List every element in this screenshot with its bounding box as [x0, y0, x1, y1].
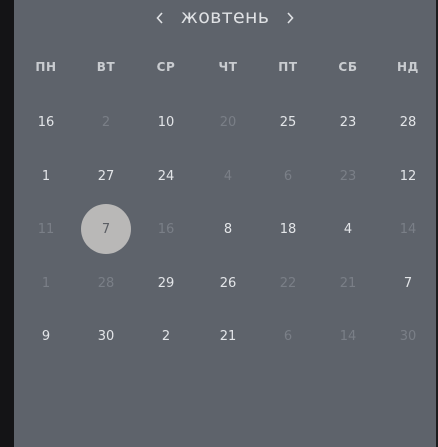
day-cell[interactable]: 9	[21, 311, 71, 361]
day-cell[interactable]: 1	[21, 258, 71, 308]
day-cell[interactable]: 4	[323, 204, 373, 254]
day-cell[interactable]: 16	[21, 97, 71, 147]
day-cell[interactable]: 4	[203, 151, 253, 201]
selected-day-cell[interactable]: 7	[81, 204, 131, 254]
window-edge	[0, 0, 14, 447]
day-cell[interactable]: 26	[203, 258, 253, 308]
day-cell[interactable]: 11	[21, 204, 71, 254]
day-cell[interactable]: 20	[203, 97, 253, 147]
day-grid: 16 2 10 20 25 23 28 1 27 24 4 6 23 12 11 7 16 8 18 4 14 1 28 29…	[14, 0, 436, 447]
day-cell[interactable]: 23	[323, 97, 373, 147]
day-cell[interactable]: 10	[141, 97, 191, 147]
day-cell[interactable]: 22	[263, 258, 313, 308]
day-cell[interactable]: 2	[141, 311, 191, 361]
calendar-panel: жовтень ПН ВТ СР ЧТ ПТ СБ НД 16 2 10 20 25 23 28 1 27 2…	[14, 0, 436, 447]
day-cell[interactable]: 6	[263, 311, 313, 361]
day-cell[interactable]: 28	[81, 258, 131, 308]
day-cell[interactable]: 16	[141, 204, 191, 254]
day-cell[interactable]: 30	[383, 311, 433, 361]
day-cell[interactable]: 24	[141, 151, 191, 201]
day-cell[interactable]: 2	[81, 97, 131, 147]
day-cell[interactable]: 12	[383, 151, 433, 201]
day-cell[interactable]: 25	[263, 97, 313, 147]
day-cell[interactable]: 6	[263, 151, 313, 201]
day-cell[interactable]: 8	[203, 204, 253, 254]
day-cell[interactable]: 30	[81, 311, 131, 361]
day-cell[interactable]: 18	[263, 204, 313, 254]
day-cell[interactable]: 14	[323, 311, 373, 361]
day-cell[interactable]: 27	[81, 151, 131, 201]
day-cell[interactable]: 1	[21, 151, 71, 201]
day-cell[interactable]: 23	[323, 151, 373, 201]
day-cell[interactable]: 7	[383, 258, 433, 308]
day-cell[interactable]: 21	[323, 258, 373, 308]
day-cell[interactable]: 21	[203, 311, 253, 361]
day-cell[interactable]: 29	[141, 258, 191, 308]
day-cell[interactable]: 14	[383, 204, 433, 254]
day-cell[interactable]: 28	[383, 97, 433, 147]
